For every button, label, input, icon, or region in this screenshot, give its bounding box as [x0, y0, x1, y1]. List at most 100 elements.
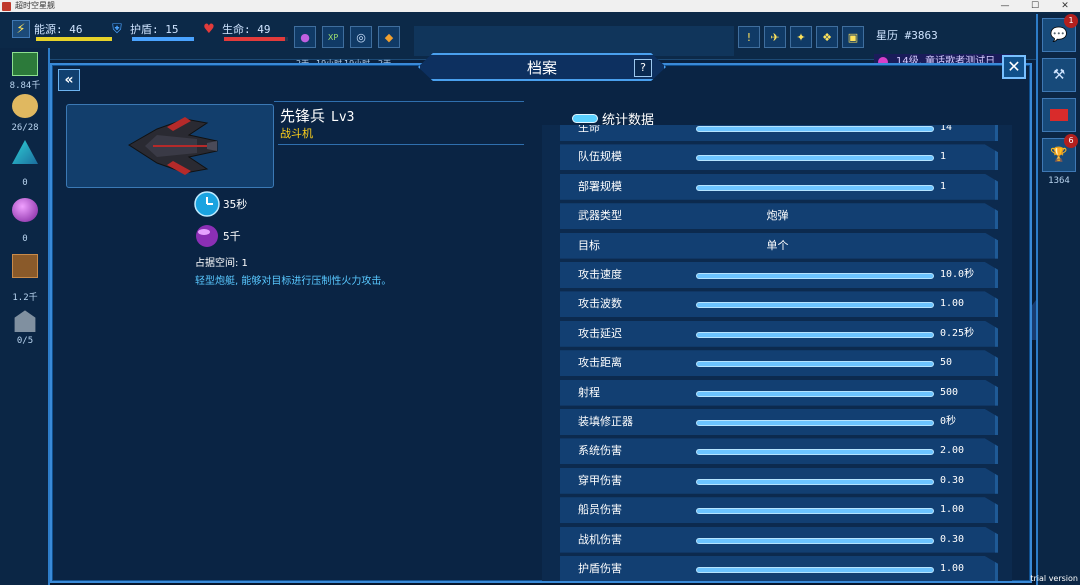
orb-icon [12, 198, 38, 222]
stat-value: 炮弹 [766, 209, 789, 223]
trial-watermark: trial version [1030, 574, 1078, 583]
stat-row: 目标 单个 [560, 232, 998, 259]
stat-bar [696, 537, 934, 544]
stat-bar [696, 420, 934, 426]
stat-row: 攻击距离 50 [560, 350, 998, 377]
stat-bar [696, 449, 934, 456]
fighter-icon[interactable]: ✈ [764, 26, 786, 48]
chest-icon[interactable]: ▣ [842, 26, 864, 48]
stat-label: 攻击距离 [578, 356, 622, 370]
target-boost-icon[interactable]: ◎ [350, 26, 372, 48]
close-window-button[interactable]: ✕ [1050, 0, 1080, 12]
left-resource-panel: 8.84千 26/28 0 0 1.2千 0/5 [0, 48, 50, 585]
back-button[interactable]: « [58, 69, 80, 91]
energy-resource: ⚡ 能源: 46 [12, 15, 112, 43]
stat-label: 攻击波数 [578, 297, 622, 311]
stat-row: 攻击速度 10.0秒 [560, 262, 998, 288]
modal-title: 档案 [526, 58, 557, 77]
flag-icon [1050, 109, 1068, 121]
tools-button[interactable]: ⚒ [1042, 58, 1076, 92]
stat-label: 战机伤害 [578, 532, 622, 546]
unit-name: 先锋兵 [280, 107, 326, 125]
unit-portrait [66, 104, 274, 188]
shield-bar [132, 37, 194, 41]
fighter-ship-image [128, 117, 218, 175]
life-resource: ♥ 生命: 49 [200, 15, 288, 43]
energy-label: 能源: 46 [34, 23, 83, 36]
hammer-icon: ⚒ [1052, 67, 1066, 83]
orb-count: 0 [22, 234, 28, 244]
stat-label: 攻击速度 [578, 268, 622, 281]
stat-value: 50 [940, 357, 953, 369]
crew-count: 26/28 [11, 123, 39, 133]
stat-label: 护盾伤害 [578, 562, 622, 575]
boost-card-icon[interactable]: ◆ [378, 26, 400, 48]
stat-row: 武器类型 炮弹 [560, 203, 998, 230]
flag-button[interactable] [1042, 98, 1076, 132]
name-divider [278, 144, 524, 145]
stat-value: 2.00 [940, 445, 965, 457]
build-time: 35秒 [194, 191, 247, 217]
fleet-strip [414, 26, 734, 56]
stat-row: 穿甲伤害 0.30 [560, 467, 998, 494]
stat-row: 生命 14 [560, 125, 998, 141]
unit-name-row: 先锋兵 Lv3 [280, 105, 355, 126]
bird-icon[interactable]: ❖ [816, 26, 838, 48]
drone-icon[interactable]: ✦ [790, 26, 812, 48]
stat-row: 战机伤害 0.30 [560, 526, 998, 553]
stat-bar [696, 361, 934, 368]
stat-label: 装填修正器 [578, 415, 633, 428]
stat-row: 装填修正器 0秒 [560, 409, 998, 435]
clock-icon [194, 191, 220, 217]
stat-bar [696, 302, 934, 309]
close-button[interactable]: ✕ [1002, 55, 1026, 79]
crystal-count: 0 [22, 178, 28, 188]
stats-list[interactable]: 生命 14 队伍规模 1 部署规模 1 武器类型 炮弹 目标 单个攻击速度 10.0秒攻击波数 1.0… [542, 125, 1012, 581]
trophy-icon: 🏆 [1050, 147, 1068, 163]
stat-value: 1.00 [940, 563, 965, 574]
orb-boost-icon[interactable]: ● [294, 26, 316, 48]
stat-value: 0.30 [940, 474, 965, 486]
stat-value: 单个 [766, 238, 789, 252]
build-time-value: 35秒 [223, 198, 248, 211]
stat-value: 0.30 [940, 533, 965, 545]
xp-boost-icon[interactable]: XP [322, 26, 344, 48]
stat-row: 部署规模 1 [560, 173, 998, 200]
modal-title-tab: 档案 [418, 53, 666, 81]
chat-icon: 💬 [1050, 27, 1068, 43]
help-button[interactable]: ? [634, 59, 652, 77]
life-bar [224, 37, 288, 41]
alert-icon[interactable]: ! [738, 26, 760, 48]
stat-value: 1.00 [940, 298, 965, 310]
trophy-button[interactable]: 🏆 6 [1042, 134, 1078, 172]
crate-icon [12, 254, 38, 278]
chat-button[interactable]: 💬 1 [1042, 14, 1078, 52]
stat-label: 系统伤害 [578, 444, 622, 458]
stat-row: 队伍规模 1 [560, 144, 998, 171]
trophy-count: 1364 [1048, 176, 1070, 186]
stat-value: 14 [940, 125, 953, 133]
unit-space: 占据空间: 1 [195, 258, 248, 269]
stat-label: 队伍规模 [578, 150, 622, 164]
stat-row: 船员伤害 1.00 [560, 497, 998, 524]
stat-value: 500 [940, 386, 959, 398]
stat-label: 船员伤害 [578, 503, 622, 517]
stats-pill-icon [572, 113, 598, 123]
trophy-badge: 6 [1064, 134, 1078, 148]
stat-row: 攻击波数 1.00 [560, 291, 998, 318]
crates-count: 1.2千 [12, 293, 38, 303]
unit-type: 战斗机 [280, 127, 313, 140]
stat-label: 部署规模 [578, 179, 622, 193]
orb-cost-icon [196, 225, 218, 247]
minimize-button[interactable]: — [990, 0, 1020, 12]
unit-cost: 5千 [194, 223, 241, 249]
maximize-button[interactable]: ☐ [1020, 0, 1050, 12]
stat-row: 射程 500 [560, 379, 998, 406]
top-hud: ⚡ 能源: 46 ⛨ 护盾: 15 ♥ 生命: 49 ● XP ◎ ◆ 2天 1… [0, 12, 1080, 70]
stat-value: 1.00 [940, 504, 965, 516]
stat-row: 攻击延迟 0.25秒 [560, 320, 998, 347]
right-menu-panel: 💬 1 ⚒ 🏆 6 1364 [1036, 14, 1080, 585]
hangar-gear-icon [14, 310, 36, 332]
credits-count: 8.84千 [9, 81, 41, 91]
stat-bar [696, 508, 934, 515]
